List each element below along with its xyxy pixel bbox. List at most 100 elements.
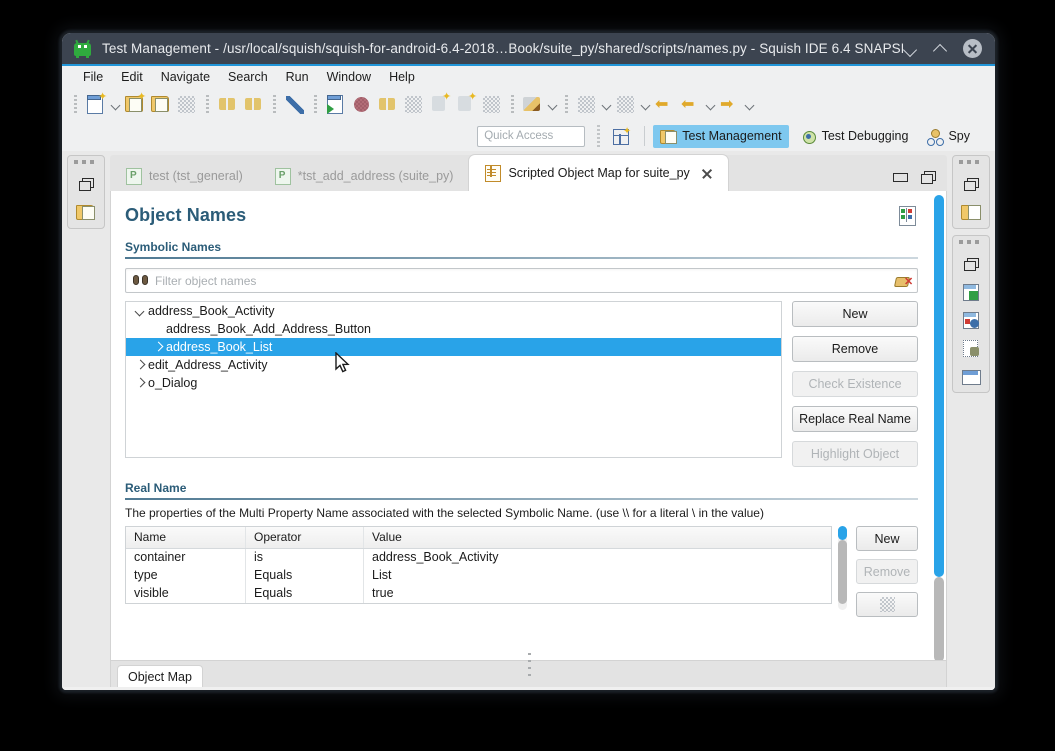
perspective-test-management[interactable]: Test Management <box>653 125 788 148</box>
new-test-suite-icon[interactable]: ✦ <box>124 94 146 116</box>
panel-resize-grip[interactable] <box>528 653 531 679</box>
symbolic-names-tree[interactable]: address_Book_Activity address_Book_Add_A… <box>125 301 782 458</box>
cell-name: type <box>126 567 246 585</box>
restore-view-icon[interactable] <box>961 174 981 194</box>
record-icon[interactable]: ✦ <box>429 94 451 116</box>
open-test-suite-icon[interactable] <box>150 94 172 116</box>
remove-property-button[interactable]: Remove <box>856 559 918 584</box>
remove-symbolic-name-button[interactable]: Remove <box>792 336 918 362</box>
highlight-object-button[interactable]: Highlight Object <box>792 441 918 467</box>
menu-run[interactable]: Run <box>277 68 318 86</box>
clear-filter-icon[interactable] <box>895 274 911 288</box>
step-icon[interactable] <box>403 94 425 116</box>
maximize-icon[interactable] <box>921 171 935 183</box>
tree-item-label: o_Dialog <box>148 376 197 390</box>
page-scrollbar[interactable] <box>934 195 944 662</box>
perspective-bar: Quick Access ✦ Test Management Test Debu <box>62 121 995 151</box>
verification-point-icon[interactable] <box>481 94 503 116</box>
test-case-resources-icon[interactable] <box>961 282 981 302</box>
external-tool-dropdown-icon[interactable] <box>600 95 613 115</box>
toggle-breakpoint-icon[interactable] <box>284 94 306 116</box>
table-row[interactable]: container is address_Book_Activity <box>126 549 831 567</box>
restore-view-icon[interactable] <box>961 254 981 274</box>
back-dropdown-icon[interactable] <box>704 95 717 115</box>
back-icon[interactable]: ⬅ <box>680 94 702 116</box>
properties-button[interactable] <box>856 592 918 617</box>
maximize-button[interactable] <box>933 41 949 57</box>
toolbar-separator <box>511 95 514 115</box>
tree-item-address-book-activity[interactable]: address_Book_Activity <box>126 302 781 320</box>
editor-tab-scripted-object-map[interactable]: Scripted Object Map for suite_py <box>469 155 727 191</box>
real-name-properties-table[interactable]: Name Operator Value container is address… <box>125 526 832 604</box>
run-external-dropdown-icon[interactable] <box>639 95 652 115</box>
object-map-page: Object Names Symbolic Names <box>111 191 932 660</box>
perspective-spy[interactable]: Spy <box>919 125 977 148</box>
chevron-right-icon[interactable] <box>150 339 166 355</box>
redo-icon[interactable] <box>243 94 265 116</box>
minimize-icon[interactable] <box>893 173 908 182</box>
restore-view-icon[interactable] <box>76 174 96 194</box>
screen: Test Management - /usr/local/squish/squi… <box>0 0 1055 751</box>
application-objects-icon[interactable] <box>961 366 981 386</box>
editor-area: test (tst_general) *tst_add_address (sui… <box>110 155 947 689</box>
test-results-view-icon[interactable] <box>961 202 981 222</box>
properties-table-scrollbar[interactable] <box>838 526 847 610</box>
tree-item-address-book-add-address-button[interactable]: address_Book_Add_Address_Button <box>126 320 781 338</box>
new-symbolic-name-button[interactable]: New <box>792 301 918 327</box>
menu-navigate[interactable]: Navigate <box>152 68 219 86</box>
chevron-down-icon[interactable] <box>132 303 148 319</box>
close-button[interactable] <box>963 39 982 58</box>
pencil-edit-icon[interactable] <box>522 94 544 116</box>
cell-operator: Equals <box>246 567 364 585</box>
rail-grip[interactable] <box>74 160 98 164</box>
new-test-case-dropdown-icon[interactable] <box>109 95 122 115</box>
tree-item-o-dialog[interactable]: o_Dialog <box>126 374 781 392</box>
column-header-operator[interactable]: Operator <box>246 527 364 548</box>
pause-icon[interactable] <box>377 94 399 116</box>
chevron-right-icon[interactable] <box>132 357 148 373</box>
tree-item-edit-address-activity[interactable]: edit_Address_Activity <box>126 356 781 374</box>
test-suites-view-icon[interactable] <box>76 202 96 222</box>
test-results-history-icon[interactable] <box>961 310 981 330</box>
new-property-button[interactable]: New <box>856 526 918 551</box>
replace-real-name-button[interactable]: Replace Real Name <box>792 406 918 432</box>
menu-file[interactable]: File <box>74 68 112 86</box>
close-icon[interactable] <box>701 168 712 179</box>
external-tool-icon[interactable] <box>576 94 598 116</box>
undo-icon[interactable] <box>217 94 239 116</box>
symbolic-names-row: address_Book_Activity address_Book_Add_A… <box>125 301 918 467</box>
rail-grip[interactable] <box>959 160 983 164</box>
table-row[interactable]: type Equals List <box>126 567 831 585</box>
scrollbar-thumb[interactable] <box>934 195 944 577</box>
inspect-icon[interactable]: ✦ <box>455 94 477 116</box>
rail-grip[interactable] <box>959 240 983 244</box>
menu-search[interactable]: Search <box>219 68 277 86</box>
tree-item-address-book-list[interactable]: address_Book_List <box>126 338 781 356</box>
column-header-name[interactable]: Name <box>126 527 246 548</box>
menu-edit[interactable]: Edit <box>112 68 152 86</box>
menu-help[interactable]: Help <box>380 68 424 86</box>
chevron-right-icon[interactable] <box>132 375 148 391</box>
forward-icon[interactable]: ➡ <box>719 94 741 116</box>
table-row[interactable]: visible Equals true <box>126 585 831 603</box>
stop-icon[interactable] <box>351 94 373 116</box>
filter-object-names-input[interactable]: Filter object names <box>125 268 918 293</box>
toggle-table-view-icon[interactable] <box>899 206 916 226</box>
squish-properties-icon[interactable] <box>961 338 981 358</box>
run-test-suite-icon[interactable] <box>325 94 347 116</box>
pencil-edit-dropdown-icon[interactable] <box>546 95 559 115</box>
column-header-value[interactable]: Value <box>364 527 831 548</box>
editor-tab-test-tst-general[interactable]: test (tst_general) <box>110 161 259 191</box>
open-perspective-icon[interactable]: ✦ <box>610 126 632 146</box>
menu-window[interactable]: Window <box>318 68 380 86</box>
save-icon[interactable] <box>176 94 198 116</box>
back-history-icon[interactable]: ⬅ <box>654 94 676 116</box>
check-existence-button[interactable]: Check Existence <box>792 371 918 397</box>
run-external-icon[interactable] <box>615 94 637 116</box>
quick-access-input[interactable]: Quick Access <box>477 126 585 147</box>
new-test-case-icon[interactable]: ✦ <box>85 94 107 116</box>
perspective-test-debugging[interactable]: Test Debugging <box>793 125 916 148</box>
editor-tab-tst-add-address[interactable]: *tst_add_address (suite_py) <box>259 161 470 191</box>
minimize-button[interactable] <box>903 41 919 57</box>
forward-dropdown-icon[interactable] <box>743 95 756 115</box>
